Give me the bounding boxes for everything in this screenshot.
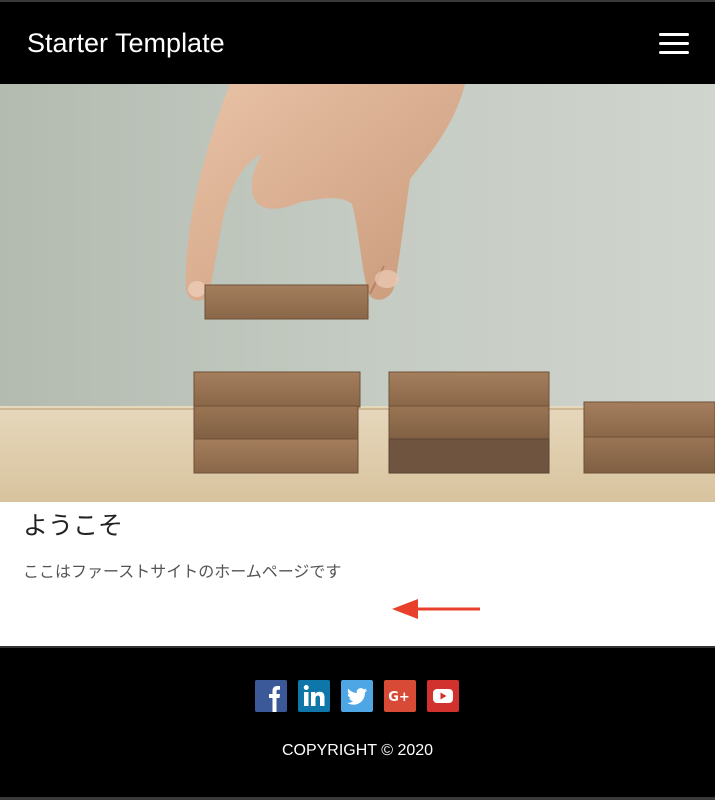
brand-title[interactable]: Starter Template [27, 26, 225, 60]
middle-block-stack [388, 371, 550, 474]
copyright-text: COPYRIGHT © 2020 [281, 742, 434, 759]
hamburger-menu-icon[interactable] [659, 33, 689, 55]
left-block-stack [193, 371, 361, 474]
hero-image [0, 84, 715, 502]
linkedin-icon[interactable] [298, 680, 330, 712]
hamburger-bar [659, 51, 689, 54]
twitter-icon[interactable] [341, 680, 373, 712]
hamburger-bar [659, 33, 689, 36]
right-block-stack [583, 401, 715, 474]
facebook-icon[interactable] [255, 680, 287, 712]
footer: G+ COPYRIGHT © 2020 [0, 646, 715, 800]
svg-text:G+: G+ [388, 690, 410, 705]
hamburger-bar [659, 42, 689, 45]
youtube-icon[interactable] [427, 680, 459, 712]
lifted-block [204, 284, 369, 320]
left-arrow-icon [392, 599, 480, 619]
welcome-text: ここはファーストサイトのホームページです [23, 562, 342, 581]
google-plus-icon[interactable]: G+ [384, 680, 416, 712]
welcome-heading: ようこそ [23, 511, 124, 540]
footer-divider [0, 646, 715, 648]
page: Starter Template ようこそ ここはファーストサイトのホームページ… [0, 0, 715, 800]
hero-illustration [0, 84, 715, 502]
navbar: Starter Template [0, 2, 715, 84]
